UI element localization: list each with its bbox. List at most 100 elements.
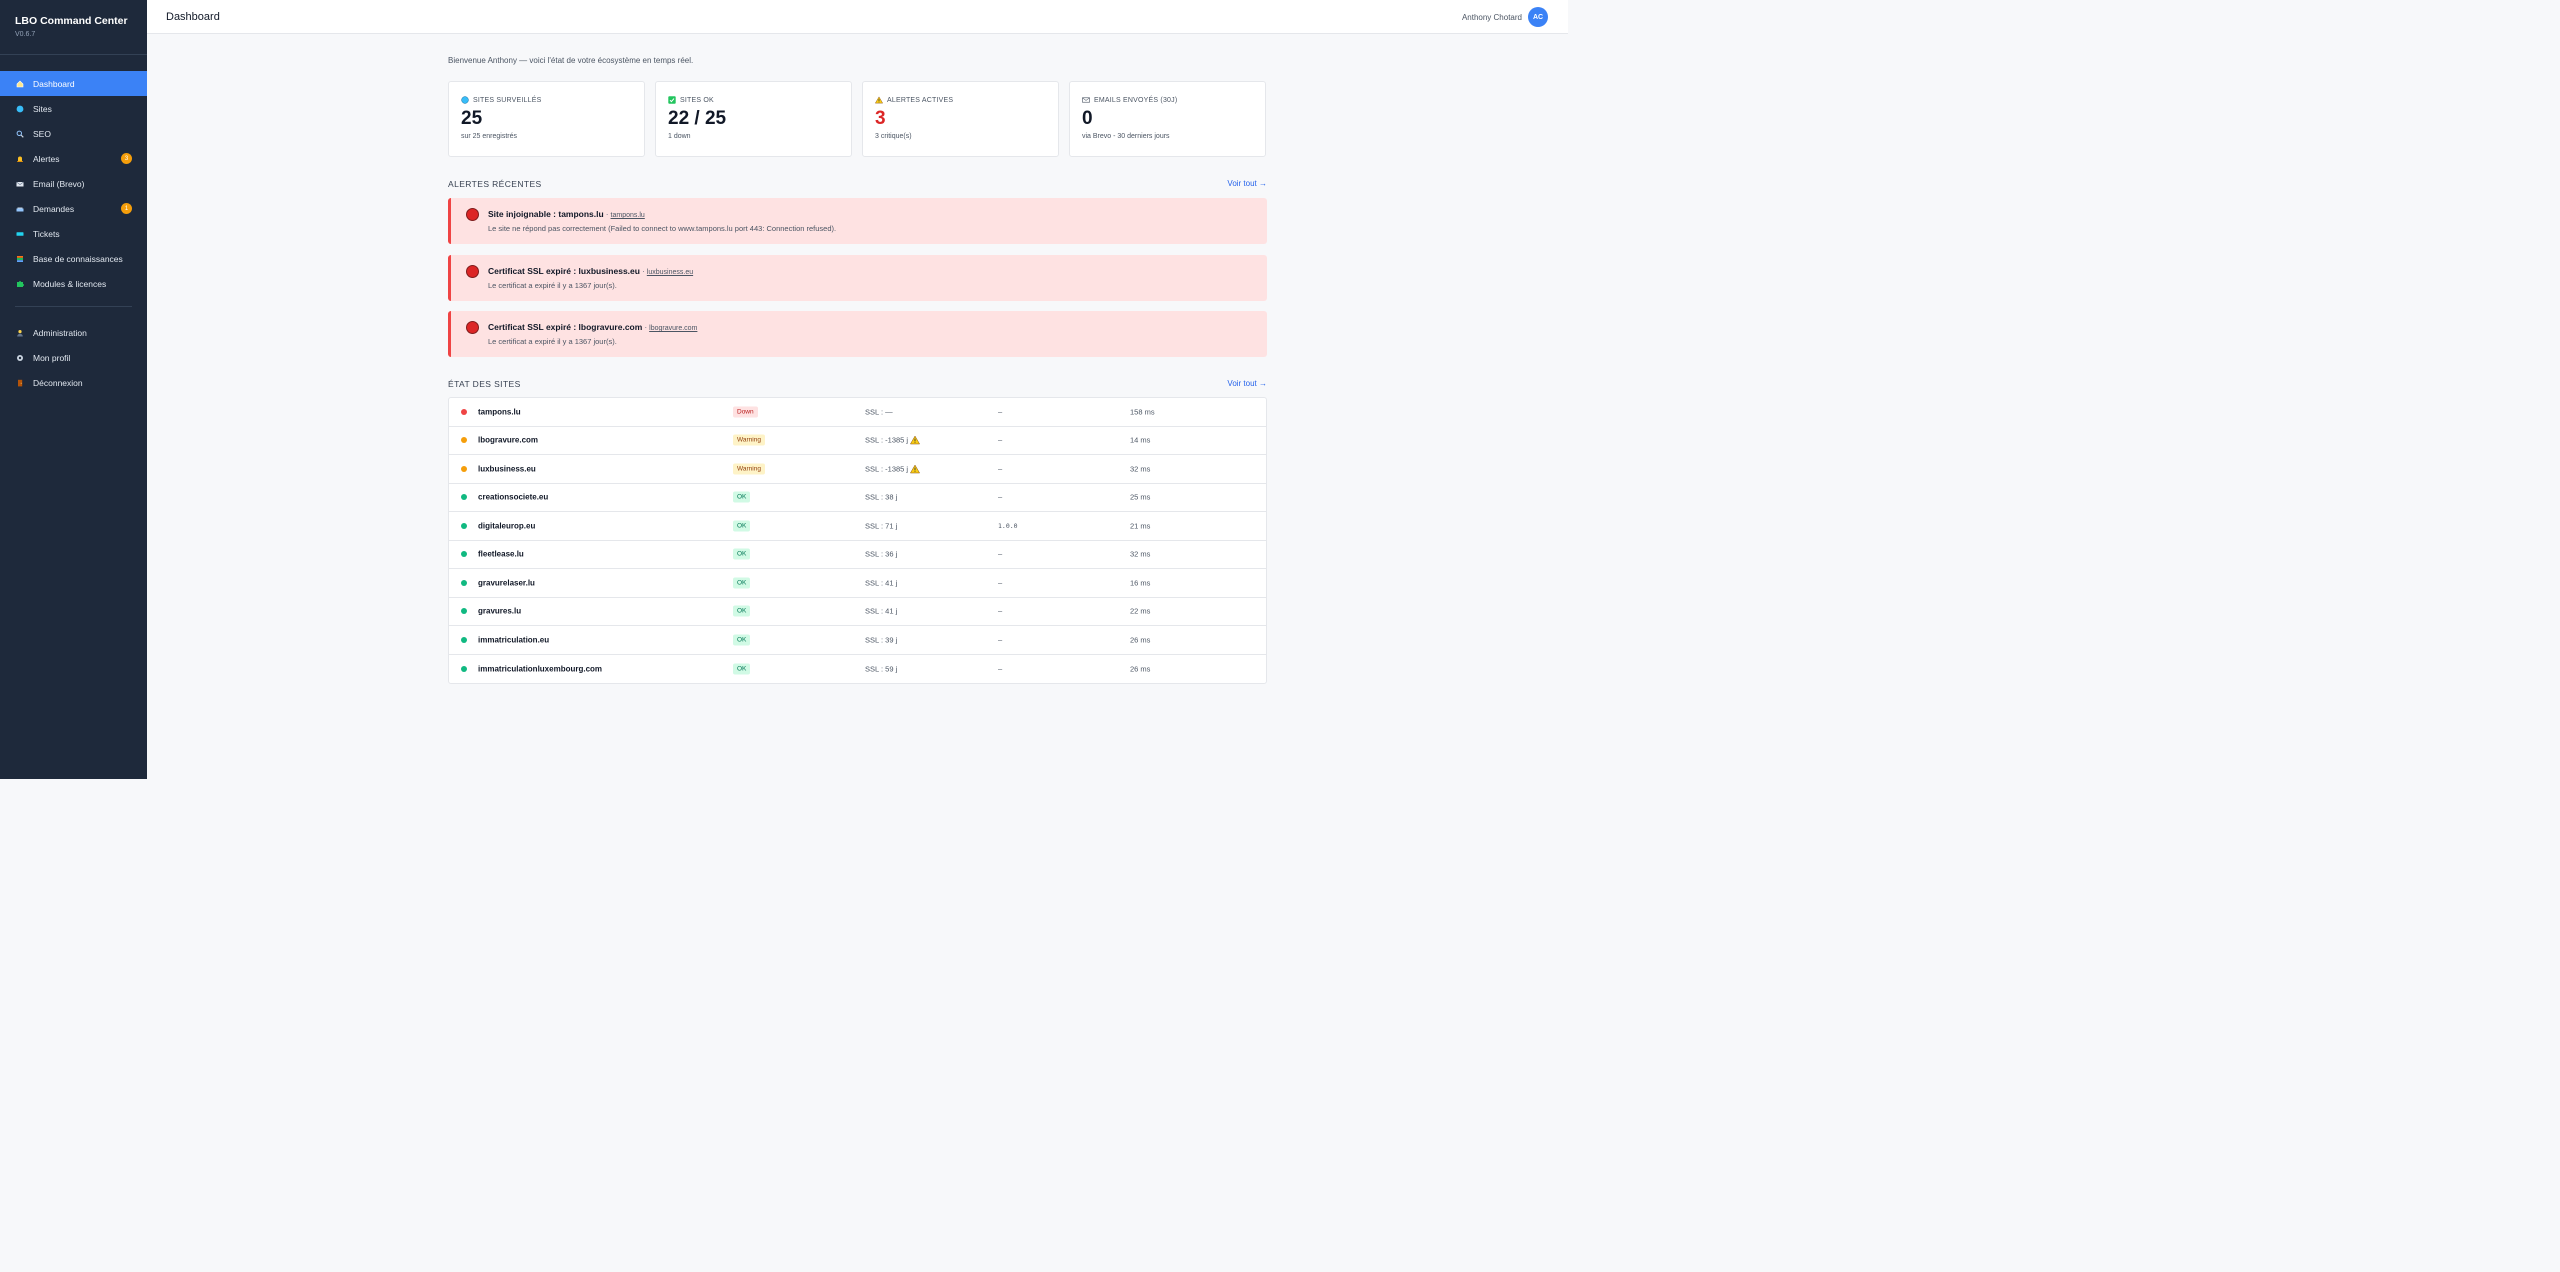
stat-label: EMAILS ENVOYÉS (30J) — [1082, 96, 1253, 104]
alert-title-text: Certificat SSL expiré : luxbusiness.eu — [488, 266, 640, 276]
table-row[interactable]: immatriculationluxembourg.com OK SSL : 59 … — [449, 655, 1266, 684]
user-name[interactable]: Anthony Chotard — [1462, 13, 1522, 22]
ssl-text: SSL : 36 j — [865, 549, 898, 559]
version: – — [998, 435, 1003, 445]
table-row[interactable]: luxbusiness.eu Warning SSL : -1385 j – 32 ms — [449, 455, 1266, 484]
site-name[interactable]: gravurelaser.lu — [478, 578, 535, 587]
status-dot-icon — [461, 465, 467, 472]
sidebar-item-dashboard[interactable]: Dashboard — [0, 71, 147, 96]
sidebar-item-label: Demandes — [33, 203, 75, 214]
home-icon — [16, 80, 24, 88]
stat-label-text: SITES OK — [680, 96, 714, 104]
sites-table: tampons.lu Down SSL : — – 158 ms lbogravure.c… — [448, 397, 1267, 684]
ticket-icon — [16, 230, 24, 238]
site-name[interactable]: tampons.lu — [478, 407, 521, 416]
site-name[interactable]: immatriculationluxembourg.com — [478, 664, 602, 673]
sidebar-item-demandes[interactable]: Demandes 1 — [0, 196, 147, 221]
alert-item[interactable]: Certificat SSL expiré : lbogravure.com · l… — [448, 311, 1267, 357]
sidebar-item-profile[interactable]: Mon profil — [0, 345, 147, 370]
ssl-info: SSL : 59 j — [865, 664, 897, 673]
status-badge: OK — [733, 663, 751, 675]
version: – — [998, 606, 1003, 616]
site-name[interactable]: gravures.lu — [478, 607, 521, 616]
sidebar-item-label: Déconnexion — [33, 377, 83, 388]
welcome-message: Bienvenue Anthony — voici l'état de votr… — [448, 56, 694, 65]
sidebar-item-alertes[interactable]: Alertes 3 — [0, 146, 147, 171]
avatar[interactable]: AC — [1528, 7, 1548, 27]
ssl-info: SSL : 36 j — [865, 550, 897, 559]
status-dot-icon — [461, 551, 467, 558]
sidebar-item-sites[interactable]: Sites — [0, 96, 147, 121]
table-row[interactable]: immatriculation.eu OK SSL : 39 j – 26 ms — [449, 626, 1266, 655]
site-name[interactable]: immatriculation.eu — [478, 635, 549, 644]
version: – — [998, 549, 1003, 559]
ssl-text: SSL : — — [865, 407, 893, 417]
status-badge: Warning — [733, 434, 765, 446]
version: 1.0.0 — [998, 521, 1018, 530]
critical-dot-icon — [466, 265, 479, 278]
gear-icon — [16, 354, 24, 362]
sidebar-item-label: Sites — [33, 103, 52, 114]
magnifier-icon — [16, 130, 24, 138]
stat-subtext: via Brevo - 30 derniers jours — [1082, 133, 1170, 140]
sidebar-item-administration[interactable]: Administration — [0, 320, 147, 345]
sidebar-item-email[interactable]: Email (Brevo) — [0, 171, 147, 196]
sidebar-item-seo[interactable]: SEO — [0, 121, 147, 146]
table-row[interactable]: lbogravure.com Warning SSL : -1385 j – 14 ms — [449, 427, 1266, 455]
table-row[interactable]: gravurelaser.lu OK SSL : 41 j – 16 ms — [449, 569, 1266, 598]
alerts-see-all-link[interactable]: Voir tout → — [1227, 179, 1267, 188]
envelope-icon — [1082, 96, 1090, 104]
alert-title: Certificat SSL expiré : luxbusiness.eu · l… — [488, 266, 693, 276]
response-time: 26 ms — [1130, 635, 1151, 645]
response-time: 21 ms — [1130, 521, 1151, 531]
version: – — [998, 492, 1003, 502]
bell-icon — [16, 155, 24, 163]
stat-subtext: 1 down — [668, 133, 691, 140]
sidebar-item-label: Email (Brevo) — [33, 178, 85, 189]
sidebar-item-label: Mon profil — [33, 352, 71, 363]
table-row[interactable]: tampons.lu Down SSL : — – 158 ms — [449, 398, 1266, 427]
alert-site-link[interactable]: lbogravure.com — [649, 325, 697, 332]
site-name[interactable]: creationsociete.eu — [478, 493, 548, 502]
status-badge: OK — [733, 577, 751, 589]
alert-site-link[interactable]: luxbusiness.eu — [647, 269, 693, 276]
alert-site-link[interactable]: tampons.lu — [611, 212, 645, 219]
stat-card-sites-monitored: SITES SURVEILLÉS 25 sur 25 enregistrés — [448, 81, 645, 157]
response-time: 14 ms — [1130, 435, 1151, 445]
table-row[interactable]: gravures.lu OK SSL : 41 j – 22 ms — [449, 598, 1266, 626]
sites-see-all-link[interactable]: Voir tout → — [1227, 379, 1267, 388]
sidebar-item-label: Dashboard — [33, 78, 75, 89]
critical-dot-icon — [466, 321, 479, 334]
table-row[interactable]: fleetlease.lu OK SSL : 36 j – 32 ms — [449, 541, 1266, 569]
site-name[interactable]: lbogravure.com — [478, 436, 538, 445]
alert-message: Le certificat a expiré il y a 1367 jour(… — [488, 281, 617, 290]
version: – — [998, 635, 1003, 645]
status-badge: OK — [733, 491, 751, 503]
separator-dot: · — [644, 322, 648, 332]
response-time: 32 ms — [1130, 549, 1151, 559]
stat-value: 0 — [1082, 108, 1093, 129]
ssl-info: SSL : 38 j — [865, 493, 897, 502]
page-title: Dashboard — [166, 11, 220, 23]
site-name[interactable]: digitaleurop.eu — [478, 521, 535, 530]
stat-subtext: sur 25 enregistrés — [461, 133, 518, 140]
stat-label: SITES OK — [668, 96, 839, 104]
sidebar-divider — [15, 306, 132, 307]
sidebar-item-knowledge-base[interactable]: Base de connaissances — [0, 246, 147, 271]
ssl-info: SSL : 71 j — [865, 521, 897, 530]
site-name[interactable]: luxbusiness.eu — [478, 464, 536, 473]
demandes-count-badge: 1 — [121, 203, 132, 214]
alert-item[interactable]: Site injoignable : tampons.lu · tampons.lu… — [448, 198, 1267, 244]
alert-item[interactable]: Certificat SSL expiré : luxbusiness.eu · l… — [448, 255, 1267, 301]
table-row[interactable]: creationsociete.eu OK SSL : 38 j – 25 ms — [449, 484, 1266, 512]
globe-icon — [461, 96, 469, 104]
response-time: 16 ms — [1130, 578, 1151, 588]
inbox-icon — [16, 205, 24, 213]
site-name[interactable]: fleetlease.lu — [478, 550, 524, 559]
books-icon — [16, 255, 24, 263]
stat-label-text: EMAILS ENVOYÉS (30J) — [1094, 96, 1178, 104]
table-row[interactable]: digitaleurop.eu OK SSL : 71 j 1.0.0 21 ms — [449, 512, 1266, 541]
sidebar-item-logout[interactable]: Déconnexion — [0, 370, 147, 395]
sidebar-item-tickets[interactable]: Tickets — [0, 221, 147, 246]
sidebar-item-modules[interactable]: Modules & licences — [0, 271, 147, 296]
